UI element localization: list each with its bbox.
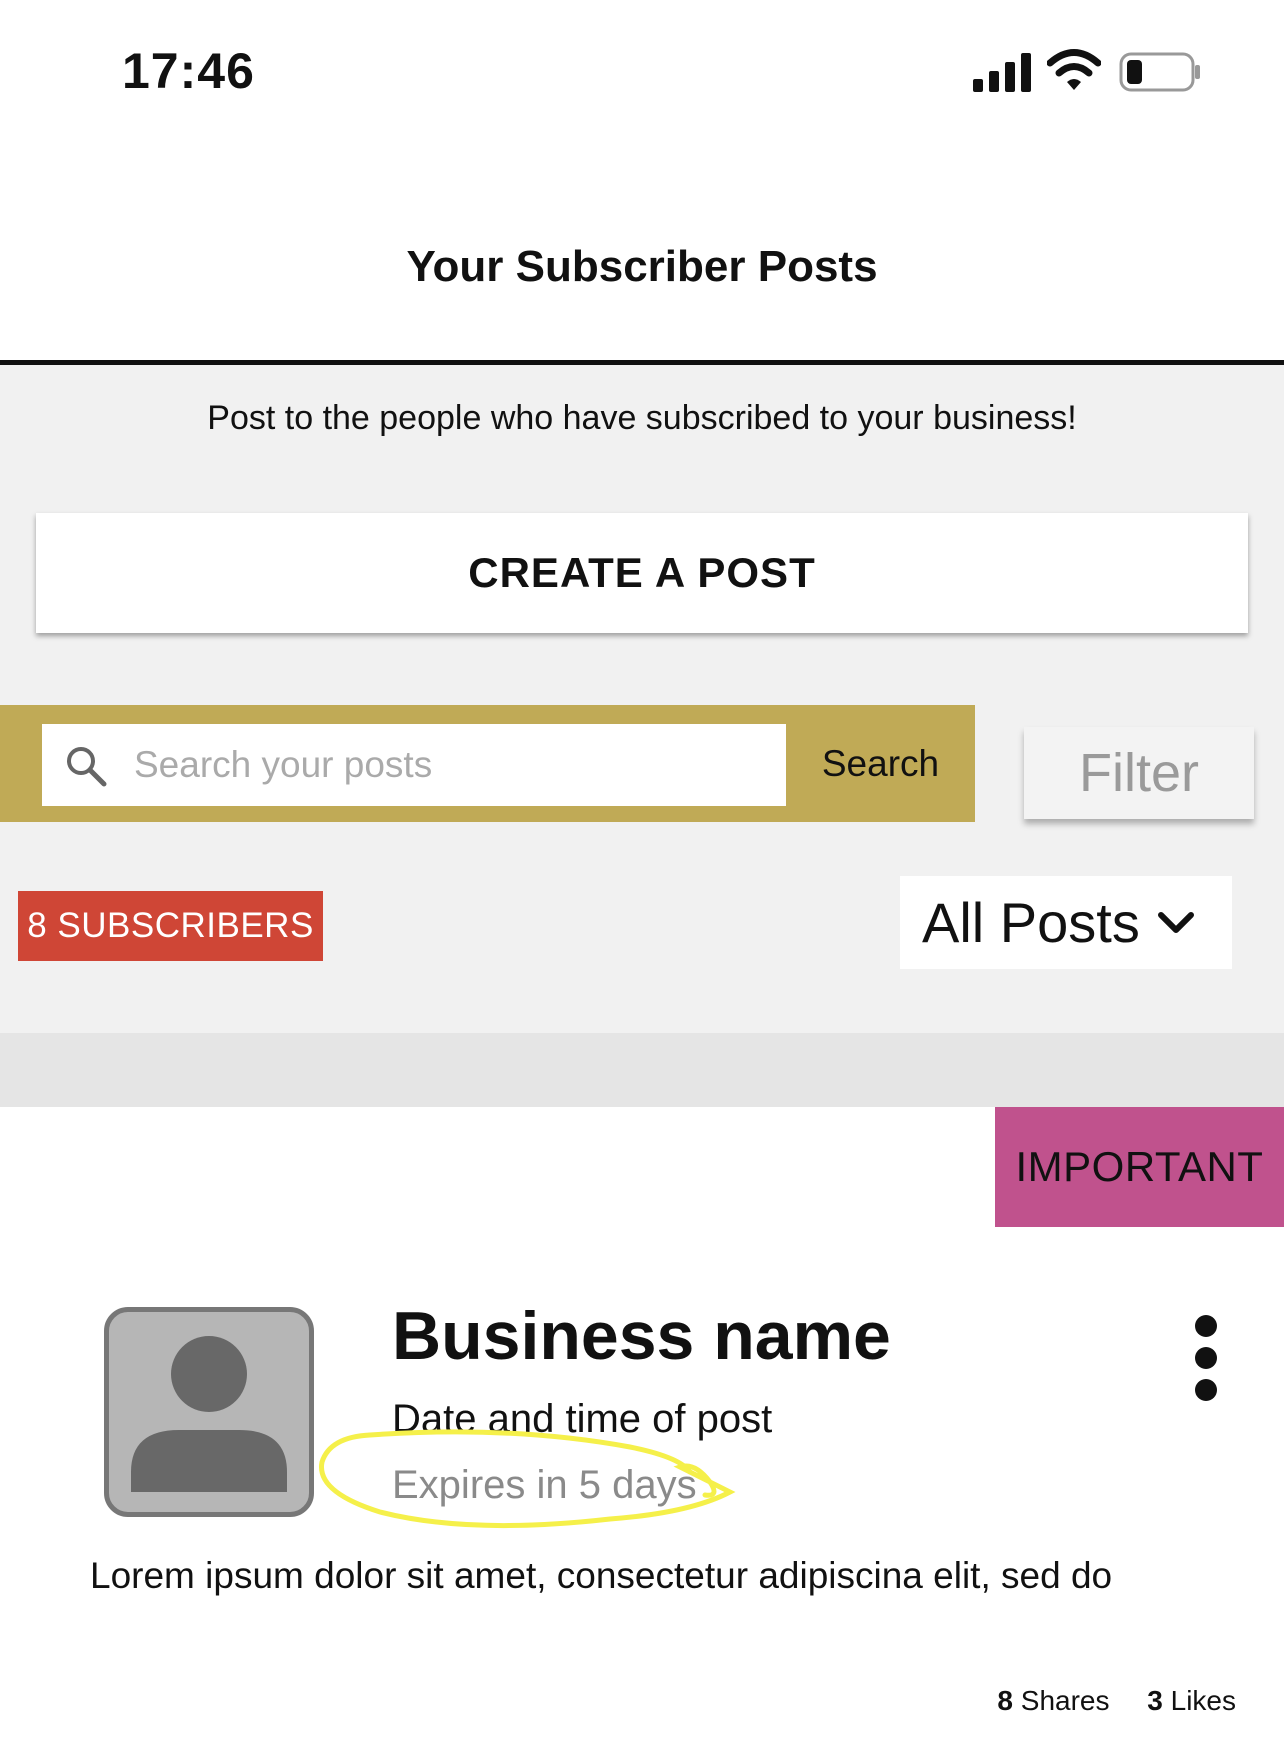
post-date: Date and time of post bbox=[392, 1397, 773, 1441]
shares-stat[interactable]: 8 Shares bbox=[997, 1685, 1109, 1717]
chevron-down-icon bbox=[1157, 911, 1194, 933]
post-expiry: Expires in 5 days bbox=[392, 1463, 697, 1507]
search-button[interactable]: Search bbox=[786, 705, 975, 822]
battery-icon bbox=[1119, 52, 1200, 92]
intro-section: Post to the people who have subscribed t… bbox=[0, 365, 1284, 1033]
page-title: Your Subscriber Posts bbox=[406, 242, 878, 291]
more-options-icon[interactable] bbox=[1190, 1310, 1222, 1410]
section-divider bbox=[0, 1033, 1284, 1107]
shares-label: Shares bbox=[1020, 1685, 1110, 1716]
page-header: Your Subscriber Posts bbox=[0, 150, 1284, 362]
likes-label: Likes bbox=[1170, 1685, 1236, 1716]
wifi-icon bbox=[1047, 49, 1101, 90]
search-icon bbox=[67, 747, 107, 787]
shares-count: 8 bbox=[997, 1685, 1013, 1716]
important-tag: IMPORTANT bbox=[995, 1107, 1284, 1227]
user-avatar-icon bbox=[115, 1318, 303, 1506]
post-body: Lorem ipsum dolor sit amet, consectetur … bbox=[90, 1555, 1113, 1596]
create-post-button[interactable]: CREATE A POST bbox=[36, 513, 1248, 633]
likes-count: 3 bbox=[1147, 1685, 1163, 1716]
search-input[interactable] bbox=[134, 724, 774, 806]
status-bar: 17:46 bbox=[0, 0, 1284, 150]
intro-text: Post to the people who have subscribed t… bbox=[207, 399, 1077, 437]
post-card[interactable]: IMPORTANT Business name Date and time of… bbox=[0, 1107, 1284, 1737]
signal-icon bbox=[973, 53, 1031, 92]
likes-stat[interactable]: 3 Likes bbox=[1147, 1685, 1236, 1717]
avatar bbox=[104, 1307, 314, 1517]
posts-filter-dropdown[interactable]: All Posts bbox=[900, 876, 1232, 969]
status-time: 17:46 bbox=[122, 43, 255, 99]
posts-filter-selected: All Posts bbox=[922, 891, 1140, 954]
business-name: Business name bbox=[392, 1298, 891, 1374]
subscribers-badge: 8 SUBSCRIBERS bbox=[18, 891, 323, 961]
search-bar: Search bbox=[0, 705, 975, 822]
filter-button[interactable]: Filter bbox=[1024, 727, 1254, 819]
search-field[interactable] bbox=[42, 724, 786, 806]
post-stats: 8 Shares 3 Likes bbox=[0, 1685, 1236, 1717]
